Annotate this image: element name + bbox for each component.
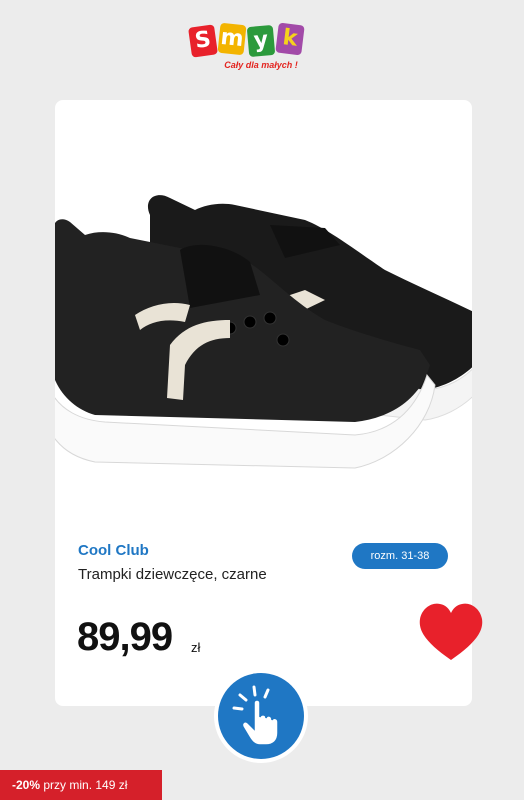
price-currency: zł bbox=[191, 640, 201, 655]
logo-blocks: S m y k bbox=[188, 20, 332, 60]
smyk-logo: S m y k Cały dla małych ! bbox=[188, 20, 332, 74]
logo-letter-y: y bbox=[246, 24, 276, 58]
promo-banner[interactable]: -20% przy min. 149 zł bbox=[0, 770, 162, 800]
logo-letter-k: k bbox=[275, 22, 305, 56]
product-card[interactable]: Cool Club rozm. 31-38 Trampki dziewczęce… bbox=[55, 100, 483, 706]
tap-hand-icon bbox=[232, 685, 279, 746]
product-brand[interactable]: Cool Club bbox=[78, 542, 149, 559]
logo-letter-s: S bbox=[188, 24, 218, 58]
product-name[interactable]: Trampki dziewczęce, czarne bbox=[78, 565, 278, 585]
promo-discount: -20% bbox=[12, 778, 41, 792]
tap-button[interactable] bbox=[218, 673, 304, 759]
logo-letter-m: m bbox=[217, 22, 247, 56]
logo-tagline: Cały dla małych ! bbox=[224, 60, 298, 70]
heart-icon[interactable] bbox=[418, 602, 484, 662]
product-price: 89,99 bbox=[77, 615, 173, 659]
product-image[interactable] bbox=[55, 150, 472, 470]
promo-text: przy min. 149 zł bbox=[43, 778, 128, 792]
size-badge[interactable]: rozm. 31-38 bbox=[352, 543, 448, 569]
